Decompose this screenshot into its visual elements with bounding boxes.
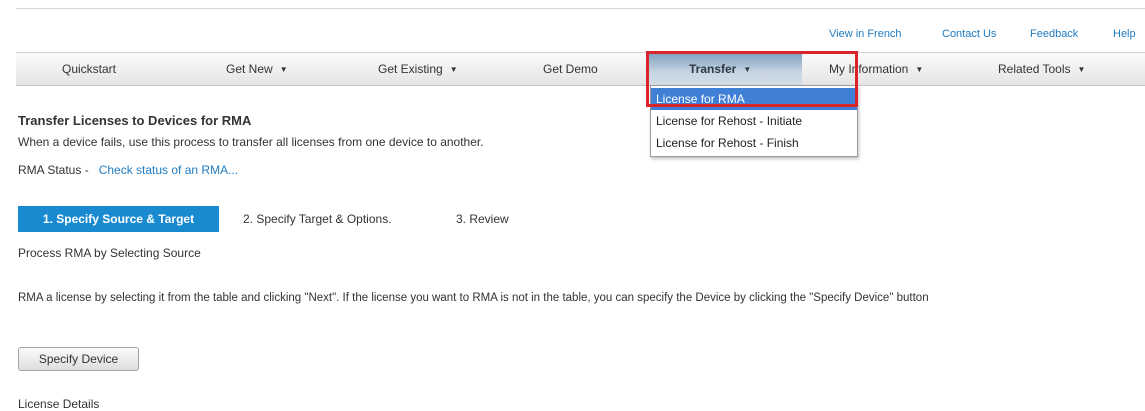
utility-links: View in French Contact Us Feedback Help	[0, 28, 1145, 42]
chevron-down-icon: ▼	[743, 65, 752, 74]
nav-label: Get Demo	[543, 62, 598, 76]
menu-item-license-for-rma[interactable]: License for RMA	[651, 88, 857, 110]
chevron-down-icon: ▼	[915, 65, 924, 74]
chevron-down-icon: ▼	[449, 65, 458, 74]
menu-item-rehost-finish[interactable]: License for Rehost - Finish	[651, 132, 857, 154]
top-divider	[16, 8, 1145, 9]
help-link[interactable]: Help	[1113, 28, 1136, 40]
nav-label: My Information	[829, 62, 909, 76]
menu-item-rehost-initiate[interactable]: License for Rehost - Initiate	[651, 110, 857, 132]
specify-device-button[interactable]: Specify Device	[18, 347, 139, 371]
step-1-tab[interactable]: 1. Specify Source & Target	[18, 206, 219, 232]
nav-label: Get Existing	[378, 62, 443, 76]
view-in-french-link[interactable]: View in French	[829, 28, 902, 40]
step-2-tab[interactable]: 2. Specify Target & Options.	[243, 206, 392, 232]
nav-quickstart[interactable]: Quickstart	[62, 53, 116, 85]
instructions-text: RMA a license by selecting it from the t…	[18, 292, 929, 304]
feedback-link[interactable]: Feedback	[1030, 28, 1078, 40]
rma-status-label: RMA Status -	[18, 163, 89, 177]
contact-us-link[interactable]: Contact Us	[942, 28, 996, 40]
nav-my-information[interactable]: My Information ▼	[829, 53, 923, 85]
nav-related-tools[interactable]: Related Tools ▼	[998, 53, 1085, 85]
page-description: When a device fails, use this process to…	[18, 135, 484, 149]
nav-label: Get New	[226, 62, 273, 76]
nav-get-existing[interactable]: Get Existing ▼	[378, 53, 458, 85]
step-3-tab[interactable]: 3. Review	[456, 206, 509, 232]
license-details-heading: License Details	[18, 397, 100, 411]
section-heading: Process RMA by Selecting Source	[18, 246, 201, 260]
nav-get-new[interactable]: Get New ▼	[226, 53, 288, 85]
main-nav: Quickstart Get New ▼ Get Existing ▼ Get De…	[16, 52, 1145, 86]
page-title: Transfer Licenses to Devices for RMA	[18, 113, 252, 128]
rma-status: RMA Status - Check status of an RMA...	[18, 163, 238, 177]
check-rma-status-link[interactable]: Check status of an RMA...	[99, 163, 238, 177]
nav-label: Related Tools	[998, 62, 1071, 76]
chevron-down-icon: ▼	[279, 65, 288, 74]
nav-label: Quickstart	[62, 62, 117, 76]
nav-label: Transfer ▼	[689, 62, 752, 76]
nav-get-demo[interactable]: Get Demo	[543, 53, 598, 85]
transfer-dropdown-menu: License for RMA License for Rehost - Ini…	[650, 85, 858, 157]
chevron-down-icon: ▼	[1077, 65, 1086, 74]
nav-transfer[interactable]: Transfer ▼	[649, 53, 802, 85]
